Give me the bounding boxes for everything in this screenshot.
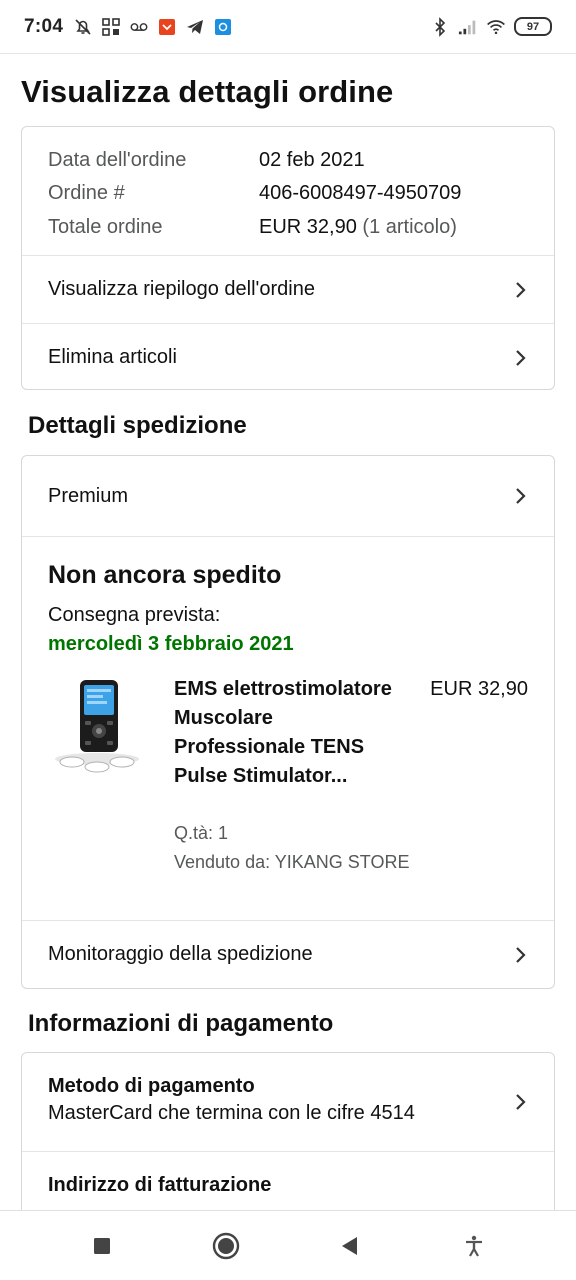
chevron-right-icon <box>516 1094 526 1110</box>
shipment-details: Non ancora spedito Consegna prevista: me… <box>22 536 554 920</box>
payment-method-title: Metodo di pagamento <box>48 1075 255 1097</box>
back-triangle-icon <box>342 1236 357 1255</box>
shipment-tracking-label: Monitoraggio della spedizione <box>48 943 313 965</box>
status-bar: 7:04 97 <box>0 0 576 54</box>
accessibility-icon <box>466 1235 482 1257</box>
page-title: Visualizza dettagli ordine <box>21 74 394 109</box>
shipment-status: Non ancora spedito <box>48 561 282 589</box>
accessibility-button[interactable] <box>450 1222 498 1270</box>
order-total-value: EUR 32,90 (1 articolo) <box>259 216 528 243</box>
alarm-off-icon <box>73 17 93 37</box>
recents-button[interactable] <box>78 1222 126 1270</box>
chevron-right-icon <box>516 281 526 298</box>
order-number-value: 406-6008497-4950709 <box>259 182 462 205</box>
app-badge-icon <box>213 17 233 37</box>
product-quantity: Q.tà: 1 <box>174 823 229 843</box>
status-right-icons: 97 <box>430 16 552 37</box>
view-order-summary-label: Visualizza riepilogo dell'ordine <box>48 278 315 300</box>
shipping-card: Premium Non ancora spedito Consegna prev… <box>21 455 555 989</box>
payment-method-value: MasterCard che termina con le cifre 4514 <box>48 1102 415 1124</box>
order-info: Data dell'ordine 02 feb 2021 Ordine # 40… <box>22 127 554 255</box>
payment-method-row[interactable]: Metodo di pagamento MasterCard che termi… <box>22 1053 554 1151</box>
billing-address-title: Indirizzo di fatturazione <box>48 1174 272 1196</box>
premium-label: Premium <box>48 484 129 507</box>
wifi-icon <box>486 17 506 37</box>
order-date-value: 02 feb 2021 <box>259 149 365 171</box>
back-button[interactable] <box>326 1222 374 1270</box>
payment-section-title: Informazioni di pagamento <box>28 1010 334 1037</box>
product-image[interactable] <box>52 677 142 777</box>
chevron-right-icon <box>516 488 526 504</box>
shipping-section-title: Dettagli spedizione <box>28 412 247 439</box>
premium-row[interactable]: Premium <box>22 456 554 536</box>
order-date-label: Data dell'ordine <box>48 149 187 171</box>
bluetooth-icon <box>430 16 450 37</box>
delivery-label: Consegna prevista: <box>48 604 221 626</box>
system-nav-bar <box>0 1210 576 1280</box>
order-total-items: (1 articolo) <box>362 215 457 238</box>
home-button[interactable] <box>202 1222 250 1270</box>
delete-items-row[interactable]: Elimina articoli <box>22 323 554 389</box>
apps-icon <box>101 17 121 37</box>
home-circle-icon <box>212 1232 240 1259</box>
product-item[interactable]: EMS elettrostimolatore Muscolare Profess… <box>48 675 528 885</box>
delivery-date: mercoledì 3 febbraio 2021 <box>48 633 294 655</box>
status-time: 7:04 <box>24 15 64 37</box>
recents-square-icon <box>94 1237 110 1254</box>
delete-items-label: Elimina articoli <box>48 346 177 368</box>
signal-icon <box>458 17 478 37</box>
notification-app-icon <box>157 17 177 37</box>
voicemail-icon <box>129 17 149 37</box>
view-order-summary-row[interactable]: Visualizza riepilogo dell'ordine <box>22 255 554 323</box>
chevron-right-icon <box>516 349 526 366</box>
order-total-amount: EUR 32,90 <box>259 215 357 238</box>
battery-indicator: 97 <box>514 17 552 36</box>
shipment-tracking-row[interactable]: Monitoraggio della spedizione <box>22 920 554 988</box>
product-title[interactable]: EMS elettrostimolatore Muscolare Profess… <box>174 675 400 791</box>
status-left-icons <box>73 17 233 37</box>
chevron-right-icon <box>516 946 526 963</box>
order-number-label: Ordine # <box>48 182 125 205</box>
product-seller: Venduto da: YIKANG STORE <box>174 852 410 872</box>
order-summary-card: Data dell'ordine 02 feb 2021 Ordine # 40… <box>21 126 555 390</box>
product-price: EUR 32,90 <box>430 678 528 700</box>
telegram-icon <box>185 17 205 37</box>
order-total-label: Totale ordine <box>48 215 163 238</box>
